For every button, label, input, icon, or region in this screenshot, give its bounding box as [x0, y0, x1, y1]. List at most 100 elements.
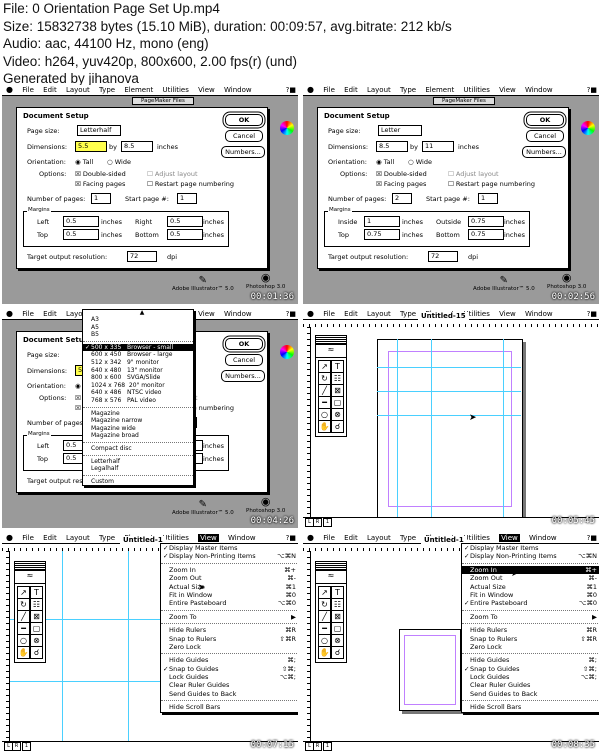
view-menu-item[interactable]: Send Guides to Back	[462, 690, 599, 698]
apple-menu-icon[interactable]: ●	[307, 309, 314, 318]
menu-file[interactable]: File	[22, 86, 34, 94]
menu-window[interactable]: Window	[525, 310, 553, 318]
view-menu-item[interactable]: Entire Pasteboard ⌥⌘0	[161, 599, 298, 607]
view-menu-item[interactable]: Zoom In ⌘+	[161, 566, 298, 574]
start-page-input[interactable]: 1	[478, 193, 498, 204]
help-icon[interactable]: ?■	[286, 85, 296, 95]
menu-window[interactable]: Window	[529, 534, 557, 542]
menu-type[interactable]: Type	[400, 534, 416, 542]
double-sided-checkbox[interactable]: ☒ Double-sided	[75, 170, 126, 178]
page-size-option[interactable]: A5	[83, 324, 193, 332]
view-menu-item[interactable]: Hide Rulers ⌘R	[462, 626, 599, 634]
illustrator-desktop-icon[interactable]: ✎ Adobe Illustrator™ 5.0	[172, 275, 234, 292]
page-size-option[interactable]: 600 x 450 Browser - large	[83, 351, 193, 359]
numbers-button[interactable]: Numbers...	[522, 146, 566, 158]
page-size-option[interactable]: Custom	[83, 478, 193, 486]
menu-type[interactable]: Type	[400, 86, 416, 94]
view-menu-item[interactable]: Fit in Window ⌘0	[161, 591, 298, 599]
view-menu-item[interactable]: Hide Guides ⌘;	[161, 656, 298, 664]
zoom-tool-icon[interactable]: ☌	[331, 420, 344, 433]
view-menu-item[interactable]: Lock Guides ⌥⌘;	[161, 673, 298, 681]
page-size-option[interactable]: A3	[83, 316, 193, 324]
margin-bottom-input[interactable]: 0.5	[167, 229, 203, 240]
view-menu-item[interactable]: Snap to Rulers ⇧⌘R	[462, 635, 599, 643]
view-menu-item[interactable]: Fit in Window ⌘0	[462, 591, 599, 599]
help-icon[interactable]: ?■	[587, 85, 597, 95]
double-sided-checkbox[interactable]: ☒ Double-sided	[376, 170, 427, 178]
view-menu-item[interactable]: Zoom Out ⌘-	[462, 574, 599, 582]
margin-top-input[interactable]: 0.75	[364, 229, 400, 240]
page-size-option[interactable]: Magazine wide	[83, 425, 193, 433]
height-input[interactable]: 11	[422, 141, 454, 152]
ruler-guide-vertical[interactable]	[397, 339, 398, 517]
toolbox-titlebar[interactable]	[316, 336, 346, 345]
tall-radio[interactable]: ◉ Tall	[376, 158, 394, 166]
menu-utilities[interactable]: Utilities	[163, 86, 189, 94]
help-icon[interactable]: ?■	[587, 309, 597, 319]
apple-menu-icon[interactable]: ●	[6, 309, 13, 318]
view-menu-item[interactable]: ✓ Snap to Guides ⇧⌘;	[161, 665, 298, 673]
margin-right-input[interactable]: 0.5	[167, 216, 203, 227]
menu-layout[interactable]: Layout	[66, 534, 90, 542]
photoshop-desktop-icon[interactable]: ◉ Photoshop 3.0	[246, 271, 285, 290]
width-input[interactable]: 5.5	[75, 141, 107, 152]
menu-window[interactable]: Window	[224, 310, 252, 318]
menu-layout[interactable]: Layout	[367, 534, 391, 542]
ruler-guide-vertical[interactable]	[503, 339, 504, 517]
start-page-input[interactable]: 1	[177, 193, 197, 204]
menu-edit[interactable]: Edit	[43, 310, 57, 318]
apple-menu-icon[interactable]: ●	[307, 533, 314, 542]
cancel-button[interactable]: Cancel	[225, 354, 263, 366]
view-menu-item[interactable]: Zoom To ▶	[161, 613, 298, 621]
ruler-guide-vertical[interactable]	[62, 551, 63, 741]
menu-utilities[interactable]: Utilities	[163, 534, 189, 542]
page-size-option[interactable]: 512 x 342 9" monitor	[83, 359, 193, 367]
menu-edit[interactable]: Edit	[344, 310, 358, 318]
margin-left-input[interactable]: 1	[364, 216, 400, 227]
hand-tool-icon[interactable]: ✋	[318, 646, 331, 659]
view-menu-item[interactable]: Zoom In ⌘+	[462, 565, 599, 575]
page-size-option[interactable]: Magazine	[83, 410, 193, 418]
tall-radio[interactable]: ◉ Tall	[75, 158, 93, 166]
help-icon[interactable]: ?■	[286, 309, 296, 319]
ruler-guide-horizontal[interactable]	[377, 415, 521, 416]
page-size-popup[interactable]: Letter	[378, 125, 422, 136]
menu-utilities[interactable]: Utilities	[464, 534, 490, 542]
menu-layout[interactable]: Layout	[66, 86, 90, 94]
menu-layout[interactable]: Layout	[367, 310, 391, 318]
page-size-option[interactable]: Magazine broad	[83, 432, 193, 440]
height-input[interactable]: 8.5	[121, 141, 153, 152]
menu-type[interactable]: Type	[99, 86, 115, 94]
view-menu-item[interactable]: Zoom Out ⌘-	[161, 574, 298, 582]
facing-pages-checkbox[interactable]: ☒ Facing pages	[376, 180, 426, 188]
page-1-icon[interactable]: 1	[323, 742, 332, 751]
ruler-guide-horizontal[interactable]	[10, 681, 160, 682]
vertical-ruler[interactable]	[303, 551, 311, 741]
menu-view[interactable]: View	[198, 86, 215, 94]
photoshop-desktop-icon[interactable]: ◉ Photoshop 3.0	[547, 271, 586, 290]
ruler-guide-vertical[interactable]	[431, 339, 432, 517]
menu-view[interactable]: View	[499, 534, 520, 542]
page-1-icon[interactable]: 1	[22, 742, 31, 751]
hand-tool-icon[interactable]: ✋	[318, 420, 331, 433]
view-menu-item[interactable]: ✓ Entire Pasteboard ⌥⌘0	[462, 599, 599, 607]
facing-pages-checkbox[interactable]: ☒ Facing pages	[75, 180, 125, 188]
menu-element[interactable]: Element	[425, 86, 454, 94]
master-page-right-icon[interactable]: R	[313, 742, 322, 751]
menu-view[interactable]: View	[198, 534, 219, 542]
menu-file[interactable]: File	[22, 534, 34, 542]
wide-radio[interactable]: ○ Wide	[408, 158, 432, 166]
number-of-pages-input[interactable]: 2	[392, 193, 412, 204]
view-menu-item[interactable]: Lock Guides ⌥⌘;	[462, 673, 599, 681]
page-size-option[interactable]: Legalhalf	[83, 465, 193, 473]
ok-button[interactable]: OK	[225, 338, 263, 350]
ok-button[interactable]: OK	[526, 114, 564, 126]
menu-file[interactable]: File	[323, 310, 335, 318]
illustrator-desktop-icon[interactable]: ✎ Adobe Illustrator™ 5.0	[473, 275, 535, 292]
help-icon[interactable]: ?■	[587, 533, 597, 543]
view-menu-item[interactable]: Hide Scroll Bars	[161, 703, 298, 711]
view-menu-item[interactable]: Snap to Rulers ⇧⌘R	[161, 635, 298, 643]
apple-menu-icon[interactable]: ●	[6, 533, 13, 542]
page-size-option[interactable]: 1024 x 768 20" monitor	[83, 382, 193, 390]
view-menu-item[interactable]: Clear Ruler Guides	[161, 681, 298, 689]
